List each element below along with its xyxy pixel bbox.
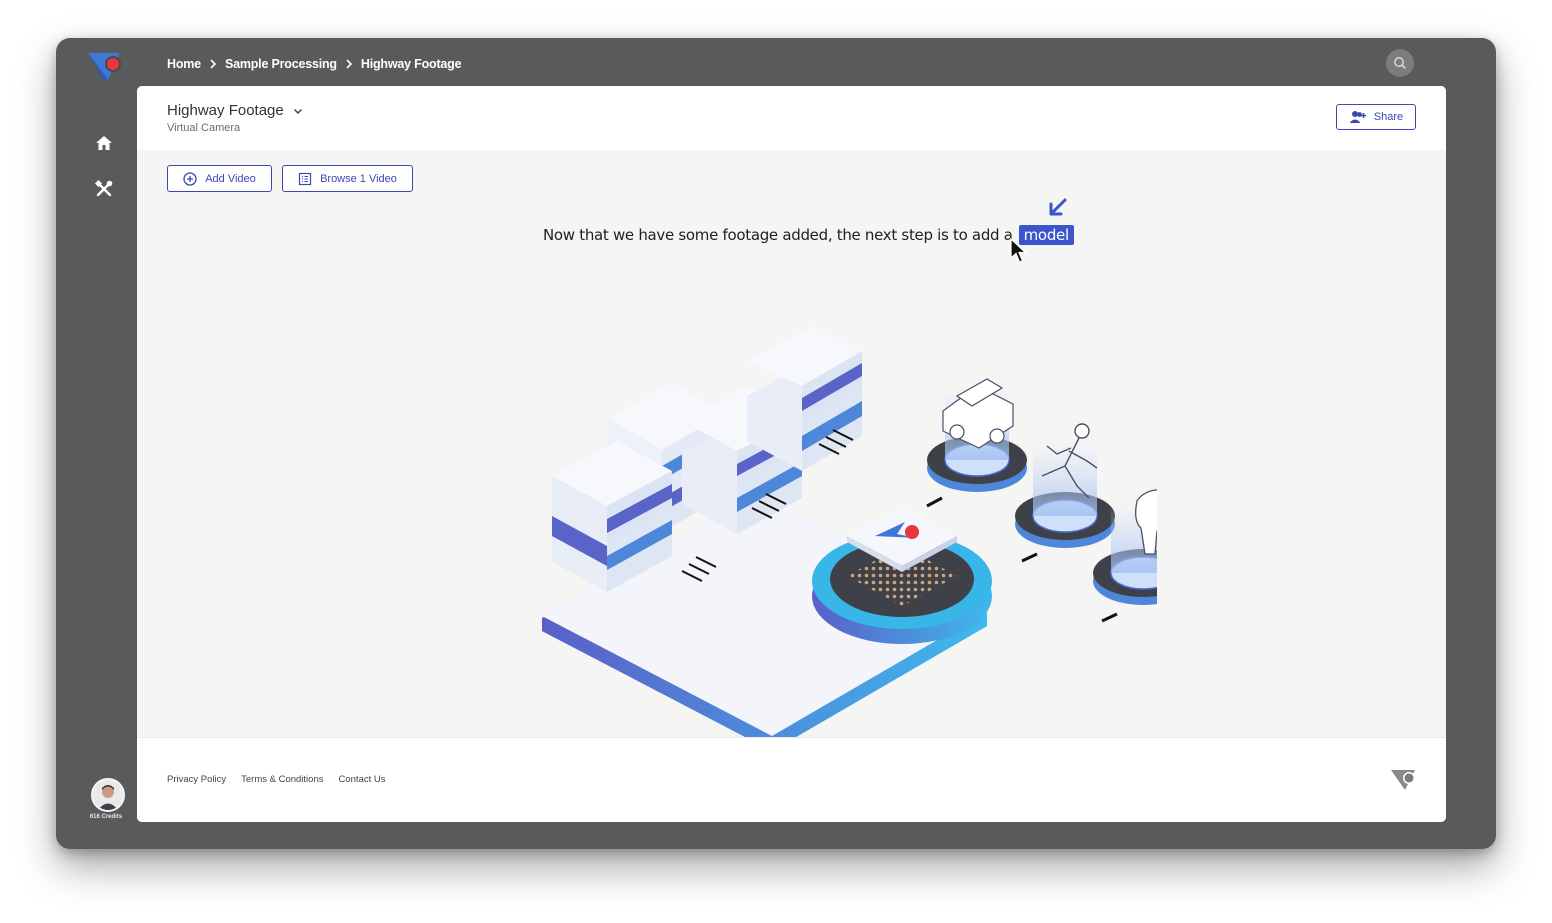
terms-link[interactable]: Terms & Conditions <box>241 774 323 785</box>
chevron-down-icon <box>293 108 302 114</box>
share-label: Share <box>1373 111 1404 123</box>
ai-platform-illustration <box>542 326 1157 746</box>
contact-us-link[interactable]: Contact Us <box>339 774 386 785</box>
home-icon[interactable] <box>94 133 114 153</box>
app-logo[interactable] <box>86 50 126 84</box>
user-avatar-image <box>93 780 123 810</box>
list-icon <box>298 172 312 185</box>
avatar[interactable] <box>91 778 125 812</box>
breadcrumb: Home Sample Processing Highway Footage <box>167 54 462 74</box>
chevron-right-icon <box>210 59 217 69</box>
footer-logo <box>1391 770 1415 790</box>
breadcrumb-sample-processing[interactable]: Sample Processing <box>225 57 337 71</box>
footer: Privacy Policy Terms & Conditions Contac… <box>137 737 1446 822</box>
browse-video-label: Browse 1 Video <box>320 172 397 185</box>
title-dropdown[interactable]: Highway Footage <box>167 102 304 119</box>
search-icon <box>1394 57 1407 70</box>
breadcrumb-highway-footage: Highway Footage <box>360 57 462 71</box>
add-user-icon <box>1349 111 1366 123</box>
arrow-down-left-icon <box>1049 198 1067 216</box>
privacy-policy-link[interactable]: Privacy Policy <box>167 774 226 785</box>
credits-label: 616 Credits <box>89 814 123 820</box>
footer-links: Privacy Policy Terms & Conditions Contac… <box>167 774 386 785</box>
share-button[interactable]: Share <box>1336 104 1416 130</box>
tools-icon[interactable] <box>94 179 114 199</box>
page-title: Highway Footage <box>167 102 284 119</box>
page-subtitle: Virtual Camera <box>167 122 241 134</box>
add-video-label: Add Video <box>205 172 256 185</box>
chevron-right-icon <box>346 59 353 69</box>
add-video-button[interactable]: Add Video <box>167 165 272 192</box>
app-window: Home Sample Processing Highway Footage 6… <box>56 38 1496 849</box>
search-button[interactable] <box>1386 49 1414 77</box>
processing-chip-illustration <box>812 506 992 644</box>
plus-circle-icon <box>183 171 197 186</box>
browse-video-button[interactable]: Browse 1 Video <box>282 165 413 192</box>
panel-header: Highway Footage Virtual Camera Share <box>137 86 1446 150</box>
breadcrumb-home[interactable]: Home <box>167 57 201 71</box>
main-panel: Highway Footage Virtual Camera Share Add… <box>137 86 1446 822</box>
